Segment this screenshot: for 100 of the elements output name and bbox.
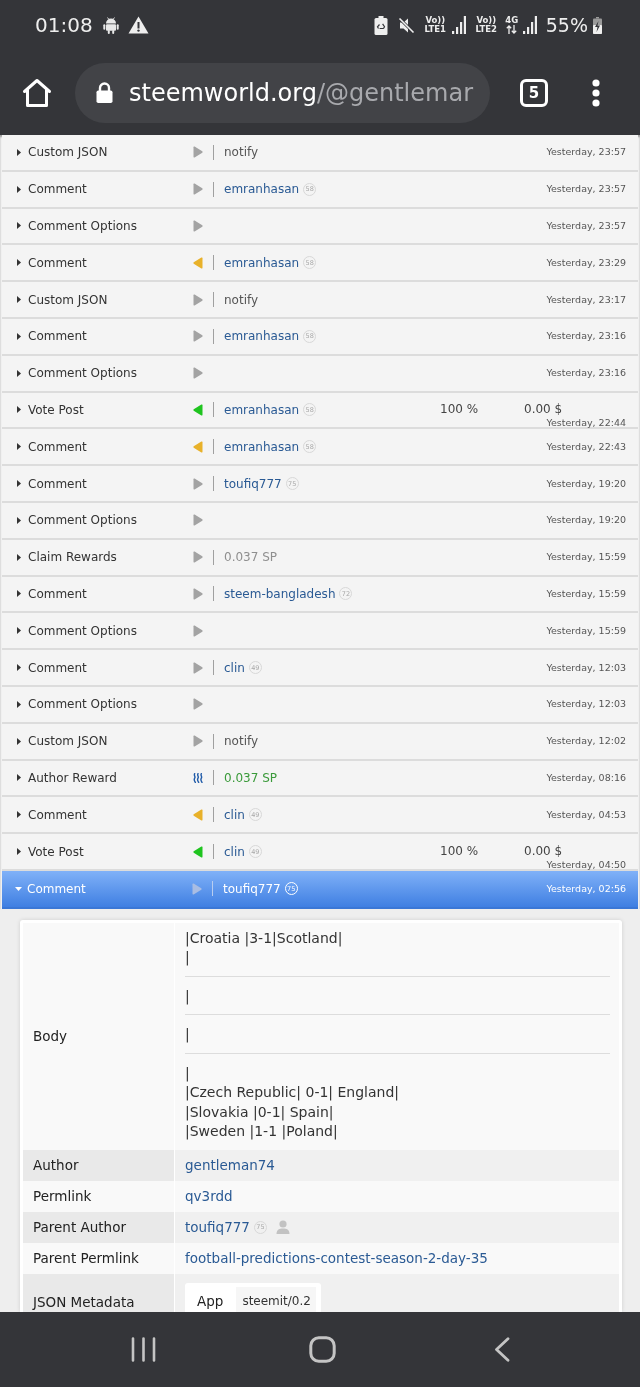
right-arrow-icon xyxy=(193,587,203,600)
caret-down-icon xyxy=(15,886,22,891)
back-icon[interactable] xyxy=(494,1337,510,1362)
body-paragraph: | xyxy=(185,975,610,1007)
battery-saver-icon xyxy=(373,15,388,35)
account-link[interactable]: emranhasan xyxy=(224,255,300,270)
account-link[interactable]: clin xyxy=(224,807,245,822)
operation-type: Comment Options xyxy=(28,219,138,233)
operation-time: Yesterday, 12:03 xyxy=(546,661,626,674)
android-robot-icon xyxy=(102,16,119,34)
caret-right-icon xyxy=(17,185,21,193)
operation-type: Comment xyxy=(28,255,88,270)
operation-type: Comment Options xyxy=(28,366,138,381)
operation-time: Yesterday, 23:29 xyxy=(546,256,626,269)
account-link[interactable]: emranhasan xyxy=(224,439,300,454)
account-link[interactable]: clin xyxy=(224,844,245,859)
left-arrow-icon xyxy=(193,845,203,858)
caret-right-icon xyxy=(17,148,21,156)
caret-right-icon xyxy=(17,811,21,819)
menu-icon[interactable] xyxy=(592,78,600,107)
tab-count-button[interactable]: 5 xyxy=(520,78,548,107)
operation-type: Comment xyxy=(28,586,88,601)
caret-right-icon xyxy=(17,406,21,414)
account-link[interactable]: toufiq777 xyxy=(224,476,282,491)
operation-time: Yesterday, 23:16 xyxy=(546,367,626,380)
operation-time: Yesterday, 04:50 xyxy=(545,858,626,871)
metadata-key: App xyxy=(185,1286,237,1312)
operation-type: Custom JSON xyxy=(28,292,109,307)
caret-right-icon xyxy=(17,369,21,377)
home-icon[interactable] xyxy=(309,1336,336,1363)
operation-type: Comment xyxy=(28,439,88,454)
operation-time: Yesterday, 15:59 xyxy=(546,587,626,600)
account-link[interactable]: emranhasan xyxy=(224,402,300,417)
operation-time: Yesterday, 23:57 xyxy=(546,183,626,196)
left-arrow-icon xyxy=(193,256,203,269)
recent-apps-icon[interactable] xyxy=(131,1337,156,1362)
right-arrow-icon xyxy=(193,698,203,711)
caret-right-icon xyxy=(17,296,21,304)
operation-time: Yesterday, 23:57 xyxy=(546,220,626,232)
operation-time: Yesterday, 23:16 xyxy=(546,330,626,343)
operation-time: Yesterday, 22:43 xyxy=(546,440,626,453)
field-link[interactable]: qv3rdd xyxy=(185,1188,233,1205)
operation-time: Yesterday, 04:53 xyxy=(546,808,626,821)
left-arrow-icon xyxy=(193,808,203,821)
lock-icon xyxy=(96,82,113,103)
metadata-value: steemit/0.2 xyxy=(236,1286,316,1312)
right-arrow-icon xyxy=(192,882,202,895)
right-arrow-icon xyxy=(193,514,203,527)
operation-time: Yesterday, 19:20 xyxy=(546,477,626,490)
vote-weight: 100 % xyxy=(440,843,480,859)
operation-type: Vote Post xyxy=(28,844,85,859)
vote-weight: 100 % xyxy=(440,402,480,418)
operation-type: Comment xyxy=(28,660,88,675)
account-link[interactable]: toufiq777 xyxy=(185,1219,250,1236)
field-link[interactable]: gentleman74 xyxy=(185,1157,275,1174)
operation-type: Claim Rewards xyxy=(28,550,118,565)
body-paragraph: | |Czech Republic| 0-1| England| |Slovakia |0-1| Spain| |Sweden |1-1 |Poland| xyxy=(185,1052,610,1142)
operation-id: notify xyxy=(224,734,259,749)
network-band-label: LTE1 xyxy=(424,25,447,34)
field-label: Parent Author xyxy=(23,1211,175,1243)
caret-right-icon xyxy=(17,332,21,340)
reward-amount: 0.037 SP xyxy=(224,770,278,785)
operation-time: Yesterday, 02:56 xyxy=(546,882,626,895)
network-band-label: LTE2 xyxy=(475,25,498,34)
caret-right-icon xyxy=(17,222,21,230)
warning-icon xyxy=(127,16,149,34)
claimed-amount: 0.037 SP xyxy=(224,550,278,565)
right-arrow-icon xyxy=(193,477,203,490)
signal-bars-icon xyxy=(522,16,537,34)
account-link[interactable]: emranhasan xyxy=(224,329,300,344)
operation-id: notify xyxy=(224,145,259,160)
account-link[interactable]: clin xyxy=(224,660,245,675)
caret-right-icon xyxy=(17,443,21,451)
left-arrow-icon xyxy=(193,403,203,416)
url-field[interactable]: steemworld.org/@gentlemar xyxy=(75,62,490,123)
caret-right-icon xyxy=(17,848,21,856)
field-link[interactable]: football-predictions-contest-season-2-day-35 xyxy=(185,1250,488,1267)
caret-right-icon xyxy=(17,259,21,267)
operation-type: Comment Options xyxy=(28,513,138,528)
body-paragraph: | xyxy=(185,1014,610,1045)
wavy-lines-icon xyxy=(193,771,203,784)
right-arrow-icon xyxy=(193,183,203,196)
field-label: Author xyxy=(23,1149,175,1181)
right-arrow-icon xyxy=(193,624,203,637)
account-link[interactable]: emranhasan xyxy=(224,182,300,197)
network-type-label: 4G xyxy=(505,16,519,25)
url-text: steemworld.org/@gentlemar xyxy=(129,78,473,107)
caret-right-icon xyxy=(17,590,21,598)
clock-time: 01:08 xyxy=(35,13,93,37)
caret-right-icon xyxy=(17,553,21,561)
right-arrow-icon xyxy=(193,551,203,564)
operation-type: Comment xyxy=(28,476,88,491)
operation-time: Yesterday, 23:57 xyxy=(546,146,626,159)
account-link[interactable]: steem-bangladesh xyxy=(224,586,336,601)
operation-row[interactable]: Custom JSON notify Yesterday, 23:57 xyxy=(2,135,638,172)
right-arrow-icon xyxy=(193,367,203,380)
operation-type: Comment Options xyxy=(28,623,138,638)
operation-time: Yesterday, 15:59 xyxy=(546,551,626,564)
caret-right-icon xyxy=(17,664,21,672)
right-arrow-icon xyxy=(193,146,203,159)
